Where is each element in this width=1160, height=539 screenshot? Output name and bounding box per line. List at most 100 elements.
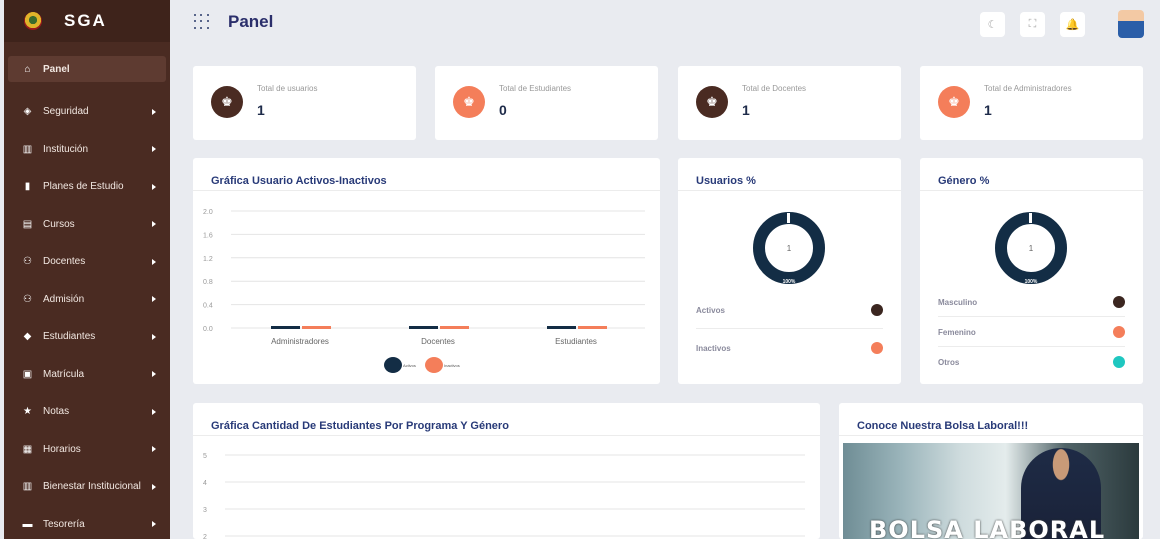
sidebar-item-cursos[interactable]: ▤ Cursos bbox=[4, 206, 170, 244]
sidebar: SGA ⌂ Panel ◈ Seguridad ▥ Institución ▮ Planes … bbox=[4, 0, 170, 539]
donut-center-label: 1 bbox=[1029, 244, 1034, 253]
brand[interactable]: SGA bbox=[4, 0, 170, 42]
sidebar-item-label: Admisión bbox=[43, 293, 85, 305]
stat-value: 0 bbox=[499, 102, 507, 118]
menu-grid-icon[interactable] bbox=[194, 14, 210, 30]
donut-slice-label: 100% bbox=[1025, 279, 1038, 285]
legend-swatch[interactable] bbox=[425, 357, 443, 373]
graduation-cap-icon: ◆ bbox=[23, 331, 32, 343]
y-tick-label: 2 bbox=[203, 534, 207, 539]
genero-donut-chart: 1 100% bbox=[995, 212, 1067, 285]
bar-inactivos[interactable] bbox=[578, 326, 607, 329]
job-board-banner-text: BOLSA LABORAL bbox=[869, 516, 1106, 539]
bar-activos[interactable] bbox=[547, 326, 576, 329]
donut-gap bbox=[1029, 213, 1032, 223]
chevron-right-icon bbox=[152, 221, 156, 228]
fullscreen-button[interactable]: ⛶ bbox=[1020, 12, 1045, 37]
legend-label: Otros bbox=[938, 358, 960, 367]
sidebar-item-estudiantes[interactable]: ◆ Estudiantes bbox=[4, 318, 170, 356]
sidebar-item-bienestar-institucional[interactable]: ▥ Bienestar Institucional bbox=[4, 468, 170, 506]
x-tick-label: Docentes bbox=[421, 337, 455, 346]
list-icon: ▤ bbox=[22, 218, 33, 230]
legend-divider bbox=[696, 328, 883, 329]
chart-card-usuarios: Usuarios % 1 100% Activos Inactivos bbox=[678, 158, 901, 384]
bar-inactivos[interactable] bbox=[440, 326, 469, 329]
donut-center-label: 1 bbox=[787, 244, 792, 253]
sidebar-item-notas[interactable]: ★ Notas bbox=[4, 393, 170, 431]
sidebar-item-label: Tesorería bbox=[43, 518, 85, 530]
user-avatar[interactable] bbox=[1118, 10, 1144, 38]
x-tick-label: Administradores bbox=[271, 337, 329, 346]
legend-divider bbox=[938, 316, 1125, 317]
y-tick-label: 3 bbox=[203, 507, 207, 514]
legend-label: Femenino bbox=[938, 328, 976, 337]
sidebar-item-horarios[interactable]: ▦ Horarios bbox=[4, 431, 170, 469]
wallet-icon: ▬ bbox=[22, 518, 33, 530]
job-board-card[interactable]: Conoce Nuestra Bolsa Laboral!!! BOLSA LA… bbox=[839, 403, 1143, 539]
stat-value: 1 bbox=[257, 102, 265, 118]
stat-label: Total de usuarios bbox=[257, 84, 318, 93]
legend-item: Otros bbox=[938, 356, 1125, 368]
y-tick-label: 2.0 bbox=[203, 209, 213, 216]
user-badge-icon: ♚ bbox=[453, 86, 485, 118]
legend-label: Inactivos bbox=[696, 344, 731, 353]
bar-activos[interactable] bbox=[409, 326, 438, 329]
brand-name: SGA bbox=[64, 11, 107, 30]
sidebar-item-seguridad[interactable]: ◈ Seguridad bbox=[4, 93, 170, 131]
y-tick-label: 1.6 bbox=[203, 232, 213, 239]
chart-card-genero: Género % 1 100% Masculino Femenino Otros bbox=[920, 158, 1143, 384]
stat-label: Total de Docentes bbox=[742, 84, 807, 93]
legend-label: Masculino bbox=[938, 298, 978, 307]
star-icon: ★ bbox=[23, 406, 32, 418]
sidebar-item-label: Seguridad bbox=[43, 106, 89, 118]
bar-inactivos[interactable] bbox=[302, 326, 331, 329]
home-icon: ⌂ bbox=[24, 63, 31, 75]
user-badge-icon: ♚ bbox=[696, 86, 728, 118]
y-tick-label: 5 bbox=[203, 453, 207, 460]
legend-label: Activos bbox=[696, 306, 725, 315]
stat-card: ♚ Total de usuarios 1 bbox=[193, 66, 416, 140]
bell-icon: 🔔 bbox=[1065, 19, 1080, 31]
sidebar-item-tesorer-a[interactable]: ▬ Tesorería bbox=[4, 506, 170, 539]
legend-dot bbox=[871, 304, 883, 316]
legend-dot bbox=[1113, 326, 1125, 338]
sidebar-item-planes-de-estudio[interactable]: ▮ Planes de Estudio bbox=[4, 168, 170, 206]
top-header: Panel ☾ ⛶ 🔔 bbox=[170, 0, 1156, 46]
page-title: Panel bbox=[228, 12, 274, 31]
sidebar-nav: ⌂ Panel ◈ Seguridad ▥ Institución ▮ Planes de E… bbox=[4, 56, 170, 539]
legend-swatch[interactable] bbox=[384, 357, 402, 373]
sidebar-item-docentes[interactable]: ⚇ Docentes bbox=[4, 243, 170, 281]
chevron-right-icon bbox=[152, 446, 156, 453]
dark-mode-button[interactable]: ☾ bbox=[980, 12, 1005, 37]
building-icon: ▥ bbox=[22, 143, 33, 155]
stat-label: Total de Estudiantes bbox=[499, 84, 572, 93]
chevron-right-icon bbox=[152, 371, 156, 378]
donut-slice-label: 100% bbox=[783, 279, 796, 285]
legend-item: Masculino bbox=[938, 296, 1125, 308]
stat-value: 1 bbox=[984, 102, 992, 118]
sidebar-item-label: Estudiantes bbox=[43, 331, 96, 343]
moon-icon: ☾ bbox=[987, 19, 998, 31]
user-plus-icon: ⚇ bbox=[23, 293, 32, 305]
legend-dot bbox=[1113, 356, 1125, 368]
job-board-banner[interactable]: BOLSA LABORAL bbox=[843, 443, 1139, 539]
chevron-right-icon bbox=[152, 146, 156, 153]
sidebar-item-admisi-n[interactable]: ⚇ Admisión bbox=[4, 281, 170, 319]
legend-item: Activos bbox=[696, 304, 883, 316]
bar-activos[interactable] bbox=[271, 326, 300, 329]
chevron-right-icon bbox=[152, 108, 156, 115]
chart-card-programa: Gráfica Cantidad De Estudiantes Por Prog… bbox=[193, 403, 820, 539]
x-tick-label: Estudiantes bbox=[555, 337, 597, 346]
sidebar-item-panel[interactable]: ⌂ Panel bbox=[8, 56, 166, 82]
book-icon: ▮ bbox=[24, 181, 31, 193]
notifications-button[interactable]: 🔔 bbox=[1060, 12, 1085, 37]
sidebar-item-label: Horarios bbox=[43, 443, 81, 455]
donut-gap bbox=[787, 213, 790, 223]
y-tick-label: 1.2 bbox=[203, 256, 213, 263]
sidebar-item-matr-cula[interactable]: ▣ Matrícula bbox=[4, 356, 170, 394]
sidebar-item-label: Planes de Estudio bbox=[43, 181, 124, 193]
sidebar-item-instituci-n[interactable]: ▥ Institución bbox=[4, 131, 170, 169]
programa-bar-chart: 5 4 3 2 bbox=[203, 453, 805, 539]
user-badge-icon: ♚ bbox=[211, 86, 243, 118]
stat-card: ♚ Total de Docentes 1 bbox=[678, 66, 901, 140]
